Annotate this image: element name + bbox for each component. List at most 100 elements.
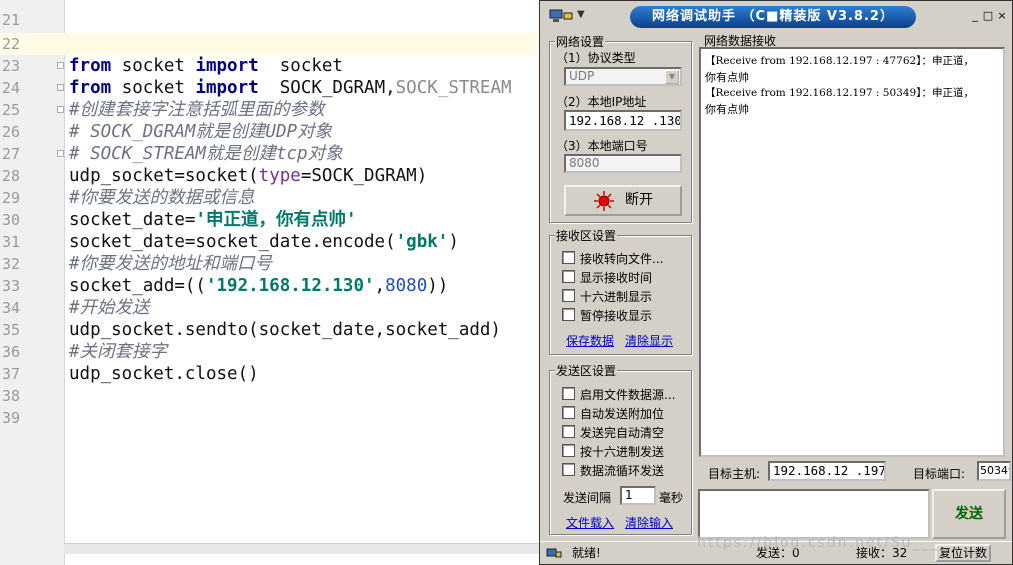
local-ip-input[interactable]: 192.168.12 .130 [564,110,682,131]
checkbox-hex-display[interactable]: 十六进制显示 [562,288,652,305]
status-bar: 就绪! 发送：0 接收：32 复位计数 [540,541,1012,564]
checkbox-icon[interactable] [562,289,575,302]
code-text: socket_add=(( [69,276,206,296]
recv-message-body: 你有点帅 [705,71,749,84]
send-input-area[interactable] [698,489,930,539]
title-bar[interactable]: ▼ 网络调试助手 （C■精装版 V3.8.2） _ □ × [540,1,1012,31]
recv-data-area[interactable]: 【Receive from 192.168.12.197 : 47762】：申正… [699,47,1005,457]
line-number: 23 [1,57,20,75]
code-text: socket [258,56,343,76]
checkbox-recv-to-file[interactable]: 接收转向文件... [562,250,663,267]
fold-marker-icon[interactable] [57,106,64,113]
horizontal-scrollbar[interactable] [64,543,539,554]
comment: #开始发送 [69,298,150,318]
checkbox-label: 发送完自动清空 [580,426,665,440]
keyword: import [195,78,259,98]
checkbox-loop-send[interactable]: 数据流循环发送 [562,462,664,479]
checkbox-hex-send[interactable]: 按十六进制发送 [562,443,664,460]
maximize-icon[interactable]: □ [981,9,995,23]
checkbox-append-bit[interactable]: 自动发送附加位 [562,405,664,422]
target-host-label: 目标主机: [708,467,761,481]
clear-input-link[interactable]: 清除输入 [625,514,673,531]
checkbox-icon[interactable] [562,444,575,457]
line-number: 27 [1,145,20,163]
line-number: 37 [1,365,20,383]
chevron-down-icon[interactable]: ▼ [665,70,679,84]
reset-count-button[interactable]: 复位计数 [935,544,991,562]
disconnect-label: 断开 [625,192,653,208]
string-literal: '192.168.12.130' [205,276,375,296]
code-text: SOCK_DGRAM, [258,78,396,98]
disconnect-button[interactable]: 断开 [564,185,682,216]
local-port-input[interactable]: 8080 [564,154,682,173]
status-ready: 就绪! [572,546,601,560]
unused-import: SOCK_STREAM [395,78,512,98]
checkbox-icon[interactable] [562,406,575,419]
load-file-link[interactable]: 文件载入 [566,514,614,531]
checkbox-auto-clear[interactable]: 发送完自动清空 [562,424,664,441]
send-button[interactable]: 发送 [932,489,1006,539]
send-interval-input[interactable]: 1 [620,486,656,505]
number-literal: 8080 [385,276,428,296]
checkbox-label: 接收转向文件... [580,252,664,266]
line-number: 34 [1,299,20,317]
send-interval-unit: 毫秒 [659,491,684,505]
fold-marker-icon[interactable] [57,150,64,157]
code-text: udp_socket=socket( [69,166,259,186]
checkbox-label: 数据流循环发送 [580,464,665,478]
keyword: import [195,56,259,76]
line-number: 28 [1,167,20,185]
send-settings-group: 发送区设置 启用文件数据源... 自动发送附加位 发送完自动清空 按十六进制发送… [549,362,692,535]
checkbox-label: 启用文件数据源... [580,388,676,402]
keyword: from [69,56,112,76]
line-number: 21 [1,11,20,29]
sent-count: 发送：0 [756,546,800,560]
recv-settings-title: 接收区设置 [555,227,618,244]
local-ip-label: （2）本地IP地址 [556,95,647,109]
checkbox-label: 按十六进制发送 [580,445,665,459]
code-text: ) [448,232,459,252]
code-text: socket_date=socket_date.encode( [69,232,396,252]
code-text: socket [111,56,196,76]
status-red-light-icon [594,190,614,211]
clear-display-link[interactable]: 清除显示 [625,332,673,349]
checkbox-label: 十六进制显示 [580,290,653,304]
string-literal: '申正道，你有点帅' [195,210,357,230]
checkbox-icon[interactable] [562,463,575,476]
chevron-down-icon[interactable]: ▼ [577,9,585,20]
net-settings-group: 网络设置 （1）协议类型 UDP ▼ （2）本地IP地址 192.168.12 … [549,33,692,223]
comment: # SOCK_STREAM就是创建tcp对象 [69,144,343,164]
minimize-icon[interactable]: _ [968,9,982,23]
protocol-select[interactable]: UDP ▼ [564,67,682,86]
save-data-link[interactable]: 保存数据 [566,332,614,349]
checkbox-icon[interactable] [562,425,575,438]
checkbox-icon[interactable] [562,270,575,283]
protocol-value: UDP [569,69,595,83]
network-app-icon[interactable] [548,8,574,24]
recv-count: 接收：32 [856,546,908,560]
comment: #你要发送的数据或信息 [69,188,255,208]
checkbox-pause-display[interactable]: 暂停接收显示 [562,307,652,324]
send-settings-title: 发送区设置 [555,362,618,379]
target-port-label: 目标端口: [913,467,966,481]
checkbox-icon[interactable] [562,387,575,400]
code-text: udp_socket.sendto(socket_date,socket_add… [69,320,501,340]
line-number: 25 [1,101,20,119]
fold-marker-icon[interactable] [57,84,64,91]
checkbox-label: 自动发送附加位 [580,407,665,421]
line-number: 24 [1,79,20,97]
protocol-label: （1）协议类型 [556,51,636,65]
checkbox-label: 暂停接收显示 [580,309,653,323]
code-text: udp_socket.close() [69,364,259,384]
checkbox-show-recv-time[interactable]: 显示接收时间 [562,269,652,286]
checkbox-icon[interactable] [562,308,575,321]
checkbox-icon[interactable] [562,251,575,264]
close-icon[interactable]: × [995,9,1009,23]
checkbox-file-source[interactable]: 启用文件数据源... [562,386,675,403]
target-port-input[interactable]: 50349 [977,461,1011,481]
code-text: socket [111,78,196,98]
target-host-input[interactable]: 192.168.12 .197 [768,461,886,481]
fold-marker-icon[interactable] [57,62,64,69]
code-text: , [374,276,386,296]
recv-message-body: 你有点帅 [705,103,749,116]
